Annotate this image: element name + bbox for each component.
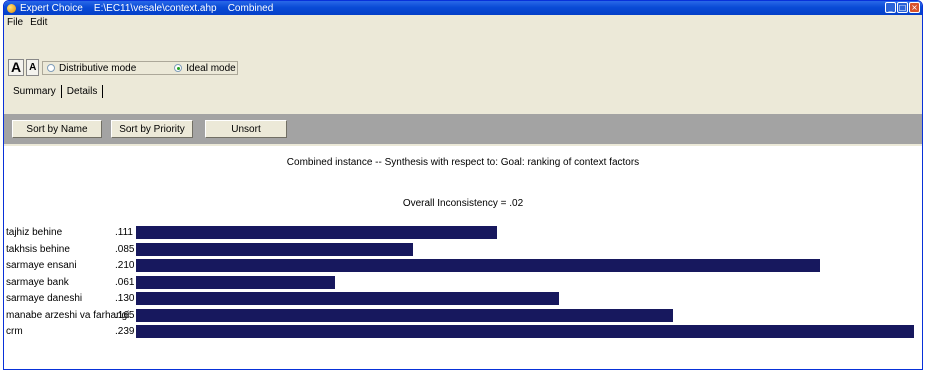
chart-value-label: .130 — [115, 293, 135, 304]
chart-category-label: manabe arzeshi va farhangi — [6, 309, 130, 321]
sort-by-name-button[interactable]: Sort by Name — [12, 120, 102, 138]
window-title: Expert Choice E:\EC11\vesale\context.ahp… — [20, 2, 274, 14]
chart-bar — [136, 226, 497, 239]
menu-bar: File Edit — [4, 15, 922, 30]
chart-row: sarmaye bank .061 — [4, 275, 922, 291]
maximize-button[interactable]: □ — [897, 2, 908, 13]
chart-bar — [136, 259, 820, 272]
unsort-button[interactable]: Unsort — [205, 120, 287, 138]
distributive-mode-radio[interactable] — [47, 64, 55, 72]
chart-category-label: takhsis behine — [6, 243, 70, 255]
chart-category-label: tajhiz behine — [6, 227, 63, 238]
increase-font-button[interactable]: A — [8, 59, 25, 76]
minimize-button[interactable]: _ — [885, 2, 896, 13]
decrease-font-button[interactable]: A — [26, 59, 40, 76]
chart-bar — [136, 242, 413, 256]
overall-inconsistency: Overall Inconsistency = .02 — [402, 198, 524, 209]
chart-row: manabe arzeshi va farhangi .165 — [4, 308, 922, 324]
chart-value-label: .111 — [115, 227, 133, 238]
chart-bar — [136, 325, 914, 338]
chart-row: sarmaye ensani .210 — [4, 258, 922, 274]
chart-value-label: .165 — [115, 309, 135, 321]
chart-category-label: crm — [6, 326, 23, 337]
synthesis-panel: Combined instance -- Synthesis with resp… — [4, 146, 922, 369]
view-tabs: Summary Details — [10, 84, 105, 98]
sort-toolbar: Sort by Name Sort by Priority Unsort — [4, 114, 922, 144]
app-window: Expert Choice E:\EC11\vesale\context.ahp… — [3, 0, 923, 370]
close-button[interactable]: × — [909, 2, 920, 13]
window-controls: _ □ × — [885, 2, 920, 13]
synthesis-heading: Combined instance -- Synthesis with resp… — [286, 157, 640, 168]
tab-divider — [102, 84, 104, 98]
chart-value-label: .085 — [115, 243, 135, 255]
chart-value-label: .061 — [115, 276, 135, 288]
chart-row: tajhiz behine .111 — [4, 225, 922, 241]
ideal-mode-label[interactable]: Ideal mode — [186, 63, 235, 74]
chart-bar — [136, 308, 673, 322]
ideal-mode-radio[interactable] — [174, 64, 183, 72]
expert-choice-app-icon — [7, 3, 16, 13]
chart-bar — [136, 292, 559, 305]
chart-row: takhsis behine .085 — [4, 242, 922, 258]
tab-divider — [60, 84, 62, 98]
chart-category-label: sarmaye ensani — [6, 260, 77, 271]
chart-value-label: .210 — [115, 260, 135, 271]
chart-row: crm .239 — [4, 324, 922, 340]
chart-row: sarmaye daneshi .130 — [4, 291, 922, 307]
mode-selector: Distributive mode Ideal mode — [42, 61, 238, 75]
title-bar[interactable]: Expert Choice E:\EC11\vesale\context.ahp… — [4, 1, 922, 15]
distributive-mode-label[interactable]: Distributive mode — [59, 63, 136, 74]
tab-summary[interactable]: Summary — [10, 86, 59, 97]
chart-value-label: .239 — [115, 326, 135, 337]
font-size-controls: A A — [8, 59, 40, 76]
sort-by-priority-button[interactable]: Sort by Priority — [111, 120, 193, 138]
tab-details[interactable]: Details — [64, 86, 101, 97]
menu-file[interactable]: File — [7, 17, 23, 28]
chart-bar — [136, 275, 335, 289]
chart-category-label: sarmaye bank — [6, 276, 69, 288]
menu-edit[interactable]: Edit — [30, 17, 47, 28]
chart-category-label: sarmaye daneshi — [6, 293, 83, 304]
